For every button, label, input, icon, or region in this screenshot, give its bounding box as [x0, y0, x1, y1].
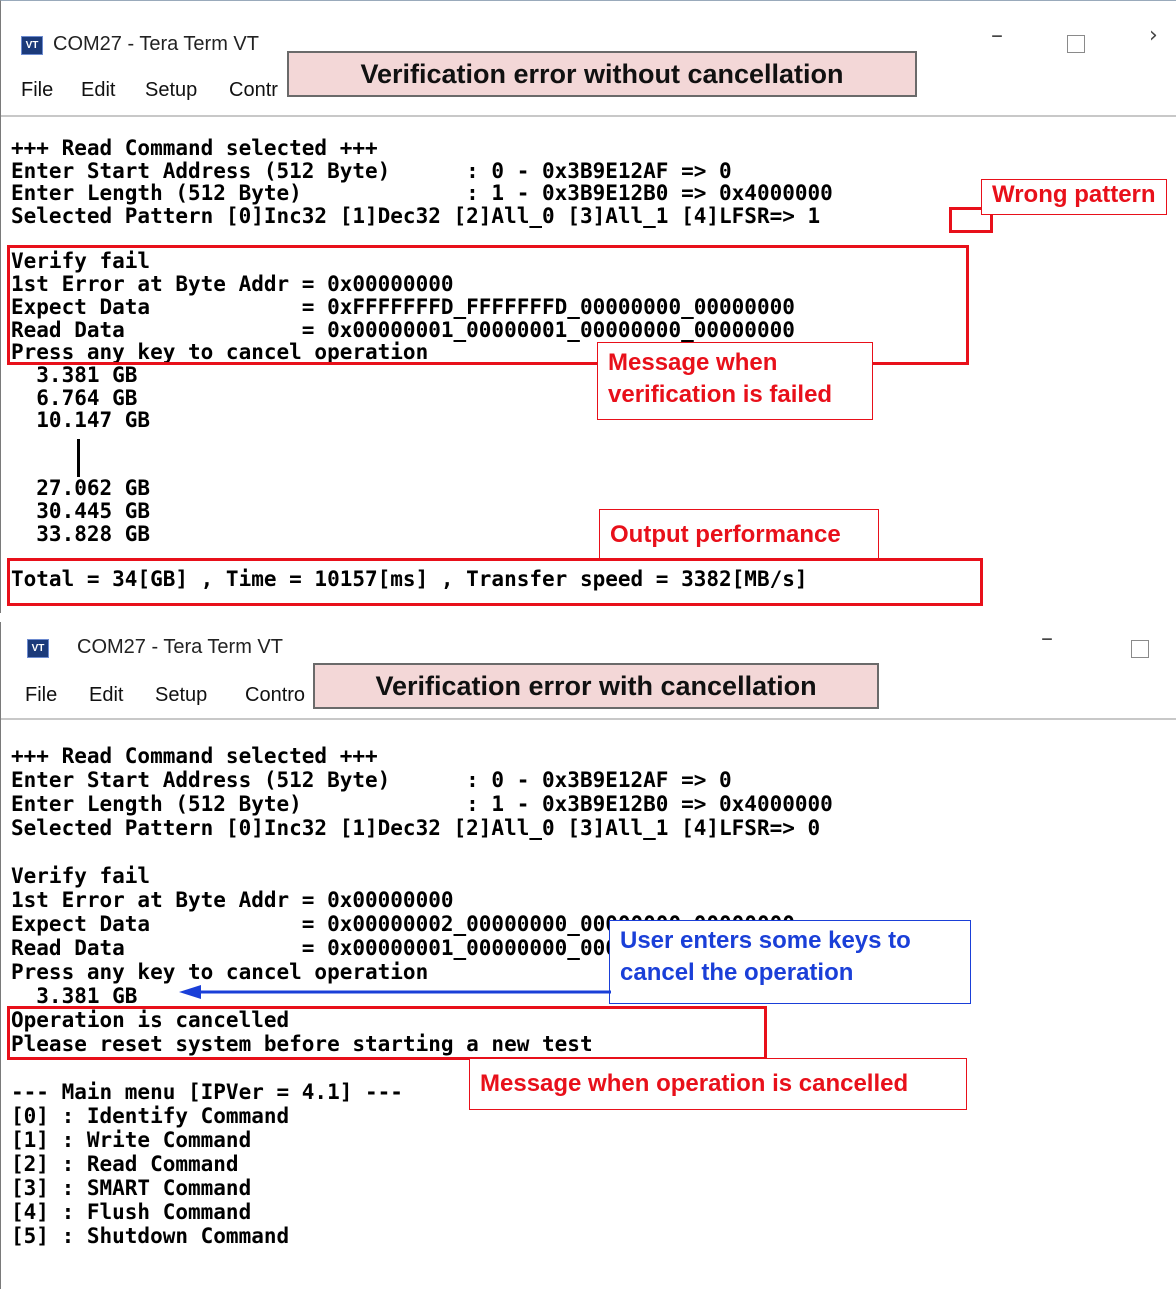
ellipsis-bar	[77, 439, 80, 477]
menu-file[interactable]: File	[25, 684, 57, 707]
callout-wrong-pattern: Wrong pattern	[981, 179, 1167, 215]
menu-control[interactable]: Contr	[229, 79, 278, 102]
callout-output-performance: Output performance	[599, 509, 879, 561]
menu-separator	[1, 718, 1176, 720]
menu-edit[interactable]: Edit	[89, 684, 123, 707]
menu-setup[interactable]: Setup	[155, 684, 207, 707]
terminal-line: [1] : Write Command	[11, 1128, 252, 1152]
annotation-banner: Verification error without cancellation	[287, 51, 917, 97]
terminal-line: Enter Start Address (512 Byte) : 0 - 0x3…	[11, 768, 732, 792]
terminal-line: Enter Start Address (512 Byte) : 0 - 0x3…	[11, 158, 732, 183]
callout-verify-failed: Message when verification is failed	[597, 342, 873, 420]
maximize-icon[interactable]	[1131, 640, 1149, 658]
callout-user-cancel: User enters some keys to cancel the oper…	[609, 920, 971, 1004]
menu-file[interactable]: File	[21, 79, 53, 102]
window-title: COM27 - Tera Term VT	[53, 33, 259, 55]
terminal-line: Enter Length (512 Byte) : 1 - 0x3B9E12B0…	[11, 792, 833, 816]
minimize-icon[interactable]: –	[991, 21, 1003, 49]
menu-separator	[1, 115, 1176, 117]
menu-edit[interactable]: Edit	[81, 79, 115, 102]
callout-line: Message when	[608, 349, 778, 376]
tera-term-icon: VT	[21, 36, 43, 55]
callout-cancelled: Message when operation is cancelled	[469, 1058, 967, 1110]
terminal-line: [5] : Shutdown Command	[11, 1224, 290, 1248]
annotation-banner: Verification error with cancellation	[313, 663, 879, 709]
window-title: COM27 - Tera Term VT	[77, 636, 283, 658]
terminal-line: Selected Pattern [0]Inc32 [1]Dec32 [2]Al…	[11, 204, 821, 229]
terminal-line: +++ Read Command selected +++	[11, 136, 378, 160]
terminal-line: Verify fail	[11, 864, 151, 888]
terminal-line: +++ Read Command selected +++	[11, 744, 378, 768]
terminal-line: 1st Error at Byte Addr = 0x00000000	[11, 888, 454, 912]
terminal-line: Enter Length (512 Byte) : 1 - 0x3B9E12B0…	[11, 181, 833, 206]
callout-line: verification is failed	[608, 381, 833, 408]
highlight-performance	[7, 558, 983, 606]
close-icon[interactable]: ›	[1149, 23, 1158, 48]
menu-control[interactable]: Contro	[245, 684, 305, 707]
terminal-line: Selected Pattern [0]Inc32 [1]Dec32 [2]Al…	[11, 816, 821, 840]
arrow-icon	[179, 985, 611, 999]
tera-term-icon: VT	[27, 639, 49, 658]
terminal-line: [2] : Read Command	[11, 1152, 239, 1176]
terminal-window-top: VT COM27 - Tera Term VT – › File Edit Se…	[0, 0, 1176, 613]
callout-line: cancel the operation	[620, 959, 854, 986]
terminal-line: [3] : SMART Command	[11, 1176, 252, 1200]
terminal-line: [4] : Flush Command	[11, 1200, 252, 1224]
menu-setup[interactable]: Setup	[145, 79, 197, 102]
minimize-icon[interactable]: –	[1041, 624, 1053, 652]
terminal-window-bottom: VT COM27 - Tera Term VT – File Edit Setu…	[0, 622, 1176, 1289]
highlight-cancelled	[7, 1006, 767, 1060]
maximize-icon[interactable]	[1067, 35, 1085, 53]
terminal-line: 27.062 GB	[11, 476, 151, 501]
callout-line: User enters some keys to	[620, 927, 911, 954]
